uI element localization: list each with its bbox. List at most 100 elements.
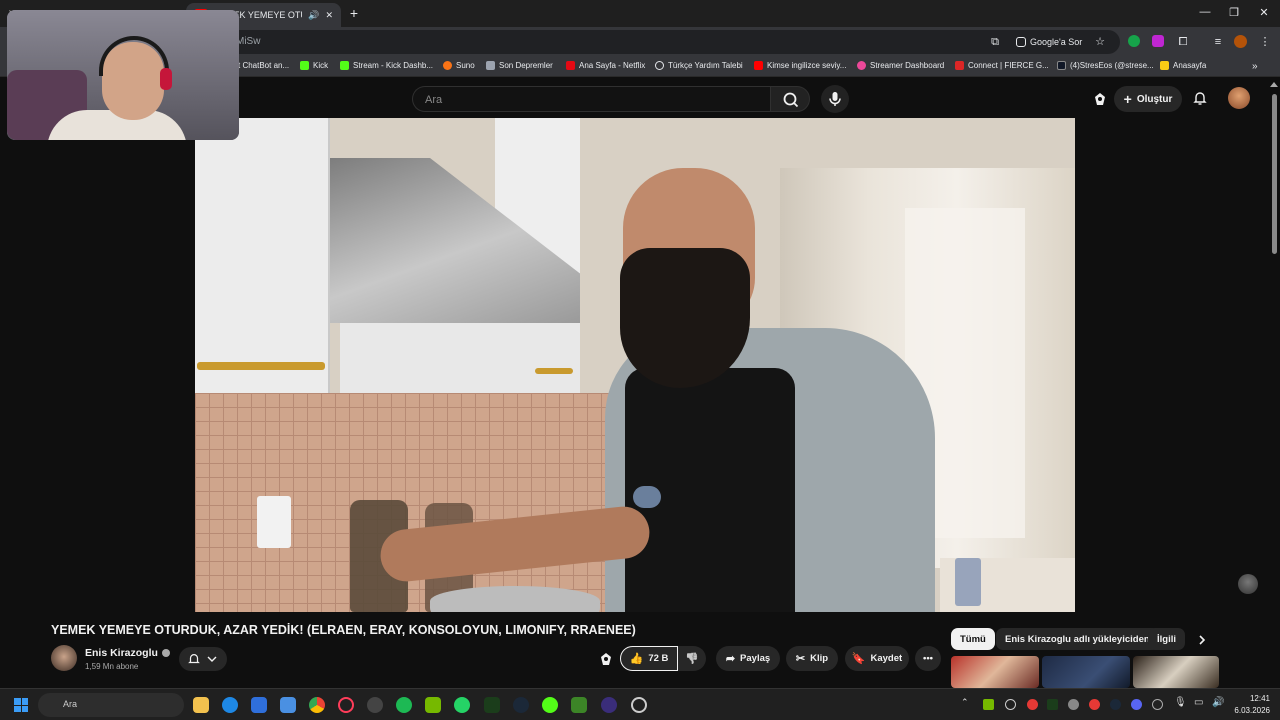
more-bookmarks-icon[interactable]: » <box>1252 61 1258 72</box>
share-label: Paylaş <box>740 653 771 664</box>
bookmark-item[interactable]: Streamer Dashboard <box>857 61 944 70</box>
chips-next-icon[interactable] <box>1196 633 1208 645</box>
address-bar[interactable]: MiSw ⧉ Google'a Sor ☆ <box>200 30 1120 54</box>
thumbs-down-icon: 👎 <box>685 653 699 665</box>
taskbar-search[interactable]: Ara <box>38 693 184 717</box>
tray-discord-icon[interactable] <box>1131 699 1142 710</box>
bookmark-item[interactable]: Suno <box>443 61 475 70</box>
bookmark-item[interactable]: t ChatBot an... <box>238 61 289 70</box>
bookmark-item[interactable]: Anasayfa <box>1160 61 1206 70</box>
chip-all[interactable]: Tümü <box>951 628 995 650</box>
fierce-icon <box>955 61 964 70</box>
tray-record-icon[interactable] <box>1089 699 1100 710</box>
app-lime-icon[interactable] <box>542 697 558 713</box>
network-icon[interactable]: ▭ <box>1194 697 1203 708</box>
spotify-icon[interactable] <box>396 697 412 713</box>
profile-avatar-icon[interactable] <box>1234 35 1247 48</box>
account-avatar[interactable] <box>1228 87 1250 109</box>
search-button[interactable] <box>770 86 810 112</box>
extension-purple-icon[interactable] <box>1152 35 1164 47</box>
outlook-icon[interactable] <box>280 697 296 713</box>
extension-badge-icon[interactable] <box>598 651 614 667</box>
extension-badge-icon[interactable] <box>1092 91 1108 107</box>
tray-red-icon[interactable] <box>1027 699 1038 710</box>
chip-from-uploader[interactable]: Enis Kirazoglu adlı yükleyiciden <box>996 628 1159 650</box>
tray-green-icon[interactable] <box>1047 699 1058 710</box>
new-tab-button[interactable]: + <box>346 5 362 21</box>
opera-icon[interactable] <box>338 697 354 713</box>
voice-search-button[interactable] <box>821 85 849 113</box>
google-sor-button[interactable]: Google'a Sor <box>1010 34 1088 50</box>
tray-gray-icon[interactable] <box>1068 699 1079 710</box>
page-scrollbar[interactable] <box>1268 78 1280 688</box>
taskbar-clock[interactable]: 12:41 6.03.2026 <box>1230 693 1270 717</box>
edge-icon[interactable] <box>222 697 238 713</box>
chip-related[interactable]: İlgili <box>1148 628 1185 650</box>
tab-close-icon[interactable]: ✕ <box>325 10 333 21</box>
volume-icon[interactable]: 🔊 <box>1212 697 1224 708</box>
extension-green-icon[interactable] <box>1128 35 1140 47</box>
taskbar-search-placeholder: Ara <box>63 699 78 709</box>
recommended-thumbnail[interactable] <box>1042 656 1130 688</box>
bookmark-label: Anasayfa <box>1173 61 1207 70</box>
speaker-icon[interactable]: 🔊 <box>308 10 319 21</box>
bookmark-item[interactable]: Son Depremler <box>486 61 553 70</box>
tray-expand-icon[interactable]: ⌃ <box>961 697 969 708</box>
app-icon[interactable] <box>367 697 383 713</box>
file-explorer-icon[interactable] <box>193 697 209 713</box>
tray-app-icon[interactable] <box>1152 699 1163 710</box>
scroll-up-icon[interactable] <box>1270 82 1278 87</box>
tray-nvidia-icon[interactable] <box>983 699 994 710</box>
video-player[interactable] <box>0 118 1268 612</box>
obs-icon[interactable] <box>631 697 647 713</box>
dislike-button[interactable]: 👎 <box>678 646 706 671</box>
bookmark-item[interactable]: Stream - Kick Dashb... <box>340 61 433 70</box>
minimize-icon[interactable]: — <box>1197 6 1213 18</box>
bookmark-item[interactable]: Ana Sayfa - Netflix <box>566 61 645 70</box>
clip-button[interactable]: ✂ Klip <box>786 646 838 671</box>
save-button[interactable]: 🔖 Kaydet <box>845 646 909 671</box>
like-button[interactable]: 👍 72 B <box>620 646 678 671</box>
channel-avatar[interactable] <box>51 645 77 671</box>
chrome-menu-icon[interactable]: ⋮ <box>1258 35 1272 49</box>
bookmark-label: Suno <box>456 61 475 70</box>
restore-icon[interactable]: ❐ <box>1226 6 1242 19</box>
share-button[interactable]: ➦ Paylaş <box>716 646 780 671</box>
bookmark-item[interactable]: Connect | FIERCE G... <box>955 61 1049 70</box>
bookmark-item[interactable]: Türkçe Yardım Talebi <box>655 61 743 70</box>
recommended-thumbnail[interactable] <box>951 656 1039 688</box>
recommended-thumbnail[interactable] <box>1133 656 1219 688</box>
lens-icon <box>1016 37 1026 47</box>
whatsapp-icon[interactable] <box>454 697 470 713</box>
windows-start-icon[interactable] <box>14 698 28 712</box>
chrome-icon[interactable] <box>309 697 325 713</box>
extensions-puzzle-icon[interactable]: ⧠ <box>1176 35 1190 49</box>
close-window-icon[interactable]: ✕ <box>1256 6 1272 19</box>
video-frame[interactable] <box>195 118 1075 612</box>
create-button[interactable]: + Oluştur <box>1114 86 1182 112</box>
notifications-bell-icon[interactable] <box>1192 90 1208 106</box>
bookmark-item[interactable]: Kick <box>300 61 328 70</box>
more-actions-button[interactable]: ••• <box>915 646 941 671</box>
app-green-icon[interactable] <box>484 697 500 713</box>
nvidia-icon[interactable] <box>425 697 441 713</box>
search-input[interactable]: Ara <box>412 86 770 112</box>
scroll-thumb[interactable] <box>1272 94 1277 254</box>
bookmark-item[interactable]: (4)StresEos (@strese... <box>1057 61 1154 70</box>
steam-icon[interactable] <box>513 697 529 713</box>
store-icon[interactable] <box>251 697 267 713</box>
cast-icon[interactable]: ⧉ <box>988 35 1002 49</box>
floating-avatar[interactable] <box>1238 574 1258 594</box>
channel-name[interactable]: Enis Kirazoglu <box>85 647 170 659</box>
microphone-tray-icon[interactable]: 🎙 <box>1174 697 1187 708</box>
bookmark-item[interactable]: Kimse ingilizce seviy... <box>754 61 846 70</box>
microphone-clip <box>633 486 661 508</box>
clock-time: 12:41 <box>1249 694 1270 703</box>
bookmark-star-icon[interactable]: ☆ <box>1093 35 1107 49</box>
subscription-bell-button[interactable] <box>179 647 227 671</box>
tray-obs-icon[interactable] <box>1005 699 1016 710</box>
tray-steam-icon[interactable] <box>1110 699 1121 710</box>
app-purple-icon[interactable] <box>601 697 617 713</box>
reading-list-icon[interactable]: ≡ <box>1211 35 1225 49</box>
minecraft-icon[interactable] <box>571 697 587 713</box>
